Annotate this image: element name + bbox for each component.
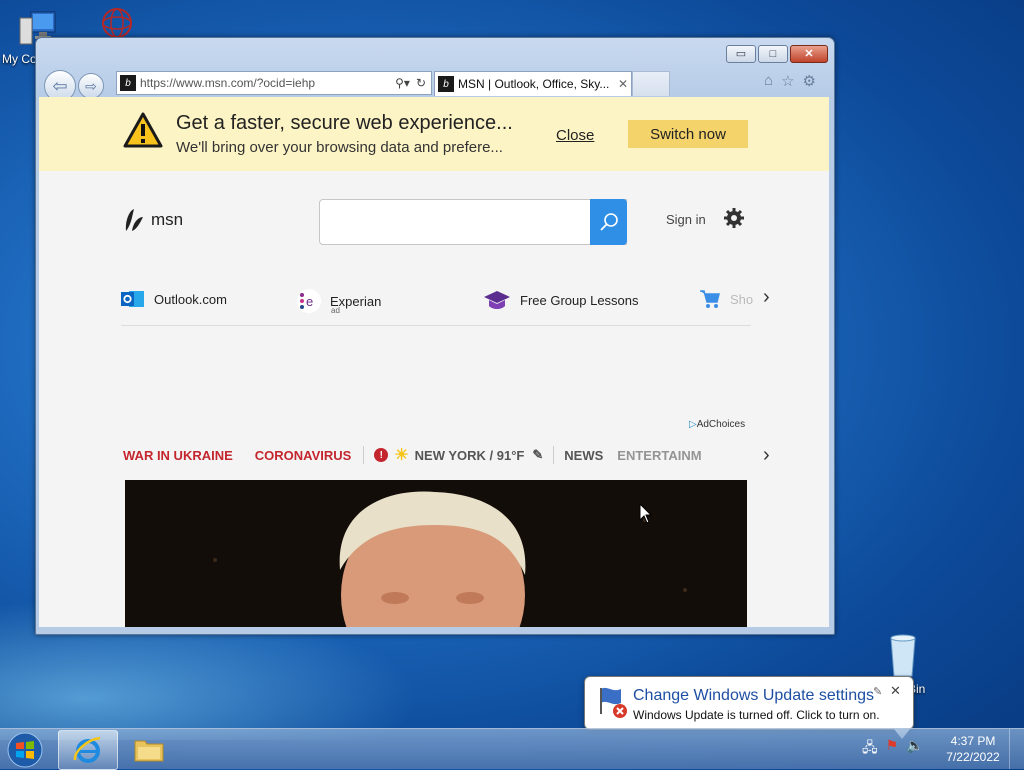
notification-options-icon[interactable]: ✎ [873,685,882,698]
notification-text: Windows Update is turned off. Click to t… [633,708,880,722]
browser-tools: ⌂ ☆ ⚙ [764,72,816,90]
svg-text:e: e [306,294,313,309]
close-window-button[interactable]: ✕ [790,45,828,63]
tab-title: MSN | Outlook, Office, Sky... [458,77,610,91]
desktop-icon-recycle-bin[interactable]: Bin [866,632,940,696]
msn-favicon-icon: b [120,75,136,91]
taskbar-explorer[interactable] [120,730,178,768]
recycle-bin-icon [881,632,925,677]
alert-icon[interactable]: ! [374,448,389,462]
adchoices-triangle-icon: ▷ [689,419,697,430]
action-center-flag-icon[interactable]: ⚑ [886,737,899,761]
address-url[interactable]: https://www.msn.com/?ocid=iehp [140,76,395,90]
minimize-button[interactable]: ▭ [726,45,756,63]
internet-explorer-icon [73,736,101,763]
folder-icon [134,740,164,762]
home-icon[interactable]: ⌂ [764,72,773,90]
clock-time: 4:37 PM [950,734,996,748]
navigation-bar: ⇦ ⇨ b https://www.msn.com/?ocid=iehp ⚲▾ … [44,68,824,102]
msn-favicon-icon: b [438,76,454,92]
taskbar-ie[interactable] [58,730,118,770]
search-box [319,199,627,245]
news-photo-illustration [125,480,747,627]
shopping-cart-icon [700,290,720,308]
adchoices-label: AdChoices [696,419,746,430]
infobar-title: Get a faster, secure web experience... [176,112,513,134]
new-tab-button[interactable] [632,71,670,96]
search-input[interactable] [328,200,622,242]
sign-in-link[interactable]: Sign in [666,212,706,227]
tab-msn[interactable]: b MSN | Outlook, Office, Sky... ✕ [434,71,632,96]
switch-now-button[interactable]: Switch now [628,120,748,148]
refresh-icon[interactable]: ↻ [416,76,426,90]
windows-orb-icon [7,732,43,768]
ie-window: ▭ □ ✕ ⇦ ⇨ b https://www.msn.com/?ocid=ie… [35,37,835,635]
start-button[interactable] [3,731,47,769]
settings-gear-icon[interactable] [723,207,745,229]
msn-logo-text: msn [151,210,184,229]
hero-news-image[interactable] [125,480,747,627]
category-bar: WAR IN UKRAINE CORONAVIRUS ! ☀ NEW YORK … [123,443,753,467]
forward-arrow-icon: ⇨ [85,77,97,94]
experian-icon: e [297,289,321,313]
taskbar: 🖧 ⚑ 🔈 4:37 PM 7/22/2022 [0,728,1024,770]
infobar-subtitle: We'll bring over your browsing data and … [176,139,503,156]
edit-pencil-icon[interactable]: ✎ [532,447,543,463]
mouse-cursor-icon [639,503,653,524]
quicklink-lessons[interactable]: Free Group Lessons [483,289,639,311]
quick-links: Outlook.com e Experian ad Free Group Les… [121,285,753,326]
volume-icon[interactable]: 🔈 [906,737,923,761]
back-arrow-icon: ⇦ [52,75,68,96]
quicklink-shopping[interactable]: Sho [699,289,753,309]
msn-butterfly-icon [125,209,143,231]
search-button[interactable] [590,199,627,245]
windows-update-flag-icon [600,687,627,718]
edge-infobar: Get a faster, secure web experience... W… [39,97,829,171]
forward-button[interactable]: ⇨ [78,73,104,99]
msn-logo[interactable]: msn [123,207,183,233]
settings-gear-icon[interactable]: ⚙ [803,72,816,90]
show-desktop-button[interactable] [1009,729,1024,769]
tab-close-icon[interactable]: ✕ [615,77,631,91]
outlook-icon [121,291,144,307]
maximize-button[interactable]: □ [758,45,788,63]
quicklink-experian[interactable]: e Experian ad [297,289,381,315]
ad-label: ad [331,306,340,315]
adchoices-link[interactable]: ▷AdChoices [689,419,745,430]
search-icon [599,213,618,231]
quicklink-label: Outlook.com [154,291,227,307]
address-bar[interactable]: b https://www.msn.com/?ocid=iehp ⚲▾ ↻ [116,71,432,95]
infobar-close-link[interactable]: Close [556,127,594,144]
search-icon[interactable]: ⚲▾ [395,76,410,90]
windows-update-notification[interactable]: Change Windows Update settings Windows U… [584,676,914,739]
quicklink-outlook[interactable]: Outlook.com [121,289,227,309]
weather-location[interactable]: NEW YORK / 91°F [415,448,525,463]
warning-icon [123,112,163,148]
divider [363,446,365,464]
quicklink-label: Sho [730,291,754,307]
category-news[interactable]: NEWS [564,448,603,463]
graduation-cap-icon [484,291,510,309]
clock-date: 7/22/2022 [946,750,1000,764]
clock[interactable]: 4:37 PM 7/22/2022 [940,733,1006,765]
category-coronavirus[interactable]: CORONAVIRUS [255,448,352,463]
notification-title: Change Windows Update settings [633,687,875,704]
divider [553,446,555,464]
window-controls: ▭ □ ✕ [726,45,828,63]
quicklink-label: Free Group Lessons [520,292,639,308]
category-war-ukraine[interactable]: WAR IN UKRAINE [123,448,233,463]
quicklinks-next-chevron-icon[interactable]: › [763,286,770,309]
notification-close-icon[interactable]: ✕ [890,683,901,699]
favorites-star-icon[interactable]: ☆ [781,72,794,90]
system-tray: 🖧 ⚑ 🔈 [862,737,924,761]
network-icon[interactable]: 🖧 [862,737,878,761]
sun-weather-icon: ☀ [394,447,409,464]
page-content: Get a faster, secure web experience... W… [39,97,829,627]
category-entertainment[interactable]: ENTERTAINM [617,448,701,463]
categories-next-chevron-icon[interactable]: › [763,444,770,467]
